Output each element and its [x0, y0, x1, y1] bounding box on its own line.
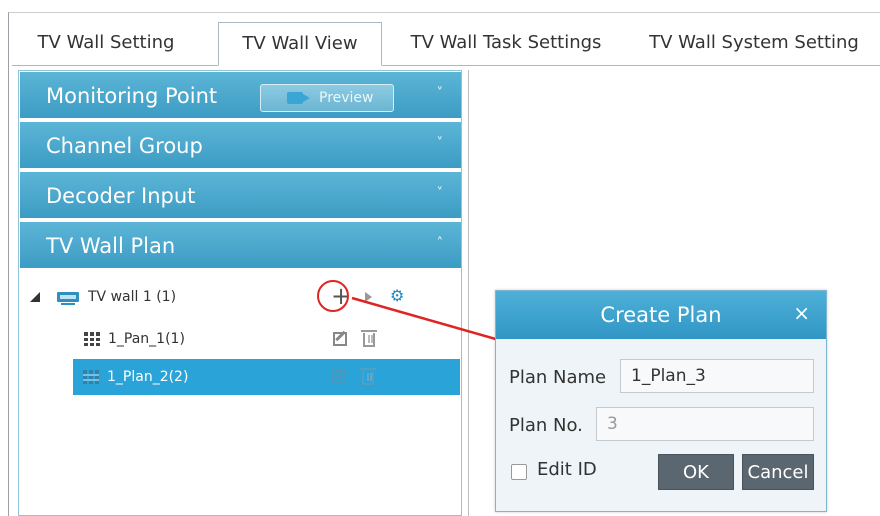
- edit-id-label: Edit ID: [537, 459, 597, 480]
- plan-no-label: Plan No.: [509, 415, 583, 436]
- ok-button[interactable]: OK: [658, 454, 734, 490]
- dialog-header: Create Plan ×: [496, 291, 826, 339]
- dialog-title: Create Plan: [600, 303, 722, 327]
- plan-name-label: Plan Name: [509, 367, 607, 388]
- create-plan-dialog: Create Plan × Plan Name 1_Plan_3 Plan No…: [495, 290, 827, 512]
- cancel-button[interactable]: Cancel: [742, 454, 814, 490]
- tab-tv-wall-view[interactable]: TV Wall View: [218, 22, 382, 66]
- plan-no-input[interactable]: 3: [596, 407, 814, 441]
- close-icon[interactable]: ×: [793, 301, 810, 325]
- edit-id-checkbox[interactable]: [511, 464, 527, 480]
- plan-name-input[interactable]: 1_Plan_3: [620, 359, 814, 393]
